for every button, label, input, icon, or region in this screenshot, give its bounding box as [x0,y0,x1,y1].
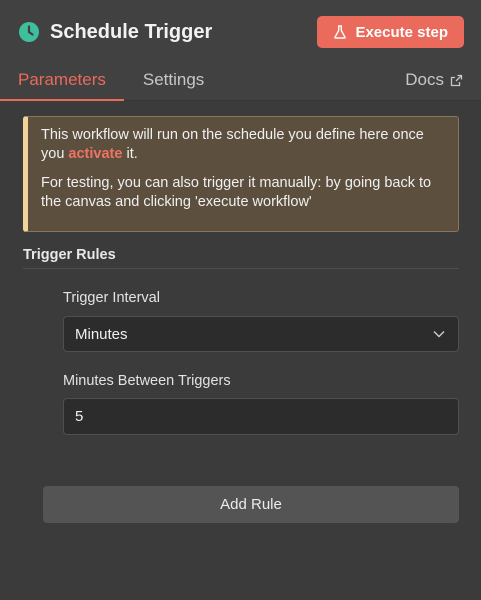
tab-bar: Parameters Settings Docs [0,64,481,101]
trigger-interval-label: Trigger Interval [63,290,160,306]
minutes-between-input[interactable]: 5 [63,398,459,435]
execute-step-button[interactable]: Execute step [317,16,464,48]
minutes-between-label: Minutes Between Triggers [63,373,231,389]
activation-notice: This workflow will run on the schedule y… [23,116,459,232]
parameters-panel: This workflow will run on the schedule y… [0,101,481,600]
chevron-down-icon [432,327,446,341]
node-title: Schedule Trigger [50,20,213,43]
node-header: Schedule Trigger Execute step [0,0,481,64]
clock-icon [18,21,40,43]
docs-label: Docs [405,70,444,89]
execute-step-label: Execute step [355,23,448,41]
flask-icon [333,25,347,39]
trigger-rules-title: Trigger Rules [23,247,459,269]
notice-line-2: For testing, you can also trigger it man… [41,175,432,210]
docs-link[interactable]: Docs [405,64,481,90]
title-wrap: Schedule Trigger [18,21,317,44]
activate-link[interactable]: activate [68,146,122,162]
tab-settings[interactable]: Settings [124,64,222,101]
tab-parameters[interactable]: Parameters [0,64,124,101]
trigger-interval-value: Minutes [75,325,128,343]
trigger-interval-select[interactable]: Minutes [63,316,459,352]
notice-line-1: This workflow will run on the schedule y… [41,127,424,162]
external-link-icon [450,74,463,87]
add-rule-button[interactable]: Add Rule [43,486,459,523]
